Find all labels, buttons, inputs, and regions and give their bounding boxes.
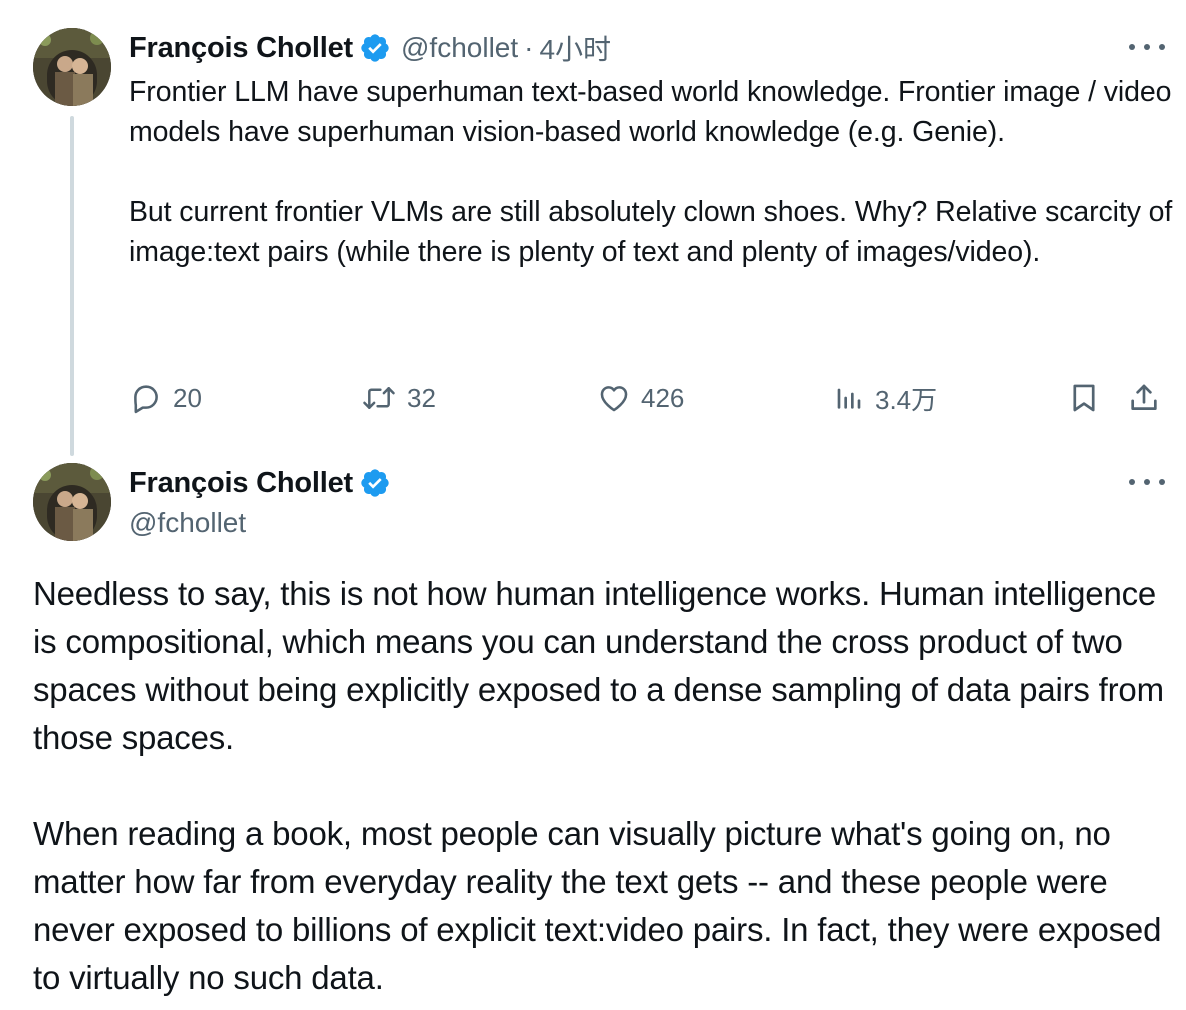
avatar[interactable] <box>33 28 111 106</box>
main-tweet-header: François Chollet <box>129 463 391 503</box>
verified-badge-icon[interactable] <box>359 467 391 499</box>
share-button[interactable] <box>1127 376 1161 420</box>
retweet-count: 32 <box>407 382 436 413</box>
views-count: 3.4万 <box>875 384 938 415</box>
heart-icon <box>597 381 631 415</box>
parent-tweet-header: François Chollet @fchollet · 4小时 <box>129 28 611 68</box>
timestamp[interactable]: 4小时 <box>539 28 611 68</box>
tweet-actions-bar: 20 32 426 3.4万 <box>129 376 1169 420</box>
verified-badge-icon[interactable] <box>359 32 391 64</box>
bookmark-icon <box>1067 381 1101 415</box>
separator-dot: · <box>524 32 534 63</box>
parent-tweet-text: Frontier LLM have superhuman text-based … <box>129 76 1173 268</box>
bookmark-button[interactable] <box>1067 376 1101 420</box>
retweet-button[interactable]: 32 <box>361 376 436 420</box>
avatar[interactable] <box>33 463 111 541</box>
author-handle[interactable]: @fchollet <box>129 503 246 543</box>
author-name[interactable]: François Chollet <box>129 467 353 500</box>
like-count: 426 <box>641 382 685 413</box>
thread-connector-line <box>70 116 74 456</box>
author-name[interactable]: François Chollet <box>129 32 353 65</box>
share-icon <box>1127 381 1161 415</box>
reply-button[interactable]: 20 <box>129 376 202 420</box>
main-tweet-text: Needless to say, this is not how human i… <box>33 575 1164 996</box>
views-button[interactable]: 3.4万 <box>833 376 937 420</box>
reply-count: 20 <box>173 382 202 413</box>
more-options-icon[interactable] <box>1129 472 1165 492</box>
retweet-icon <box>361 381 397 415</box>
more-options-icon[interactable] <box>1129 37 1165 57</box>
reply-icon <box>129 381 163 415</box>
views-bar-chart-icon <box>833 381 865 415</box>
like-button[interactable]: 426 <box>597 376 684 420</box>
author-handle[interactable]: @fchollet <box>401 32 518 64</box>
